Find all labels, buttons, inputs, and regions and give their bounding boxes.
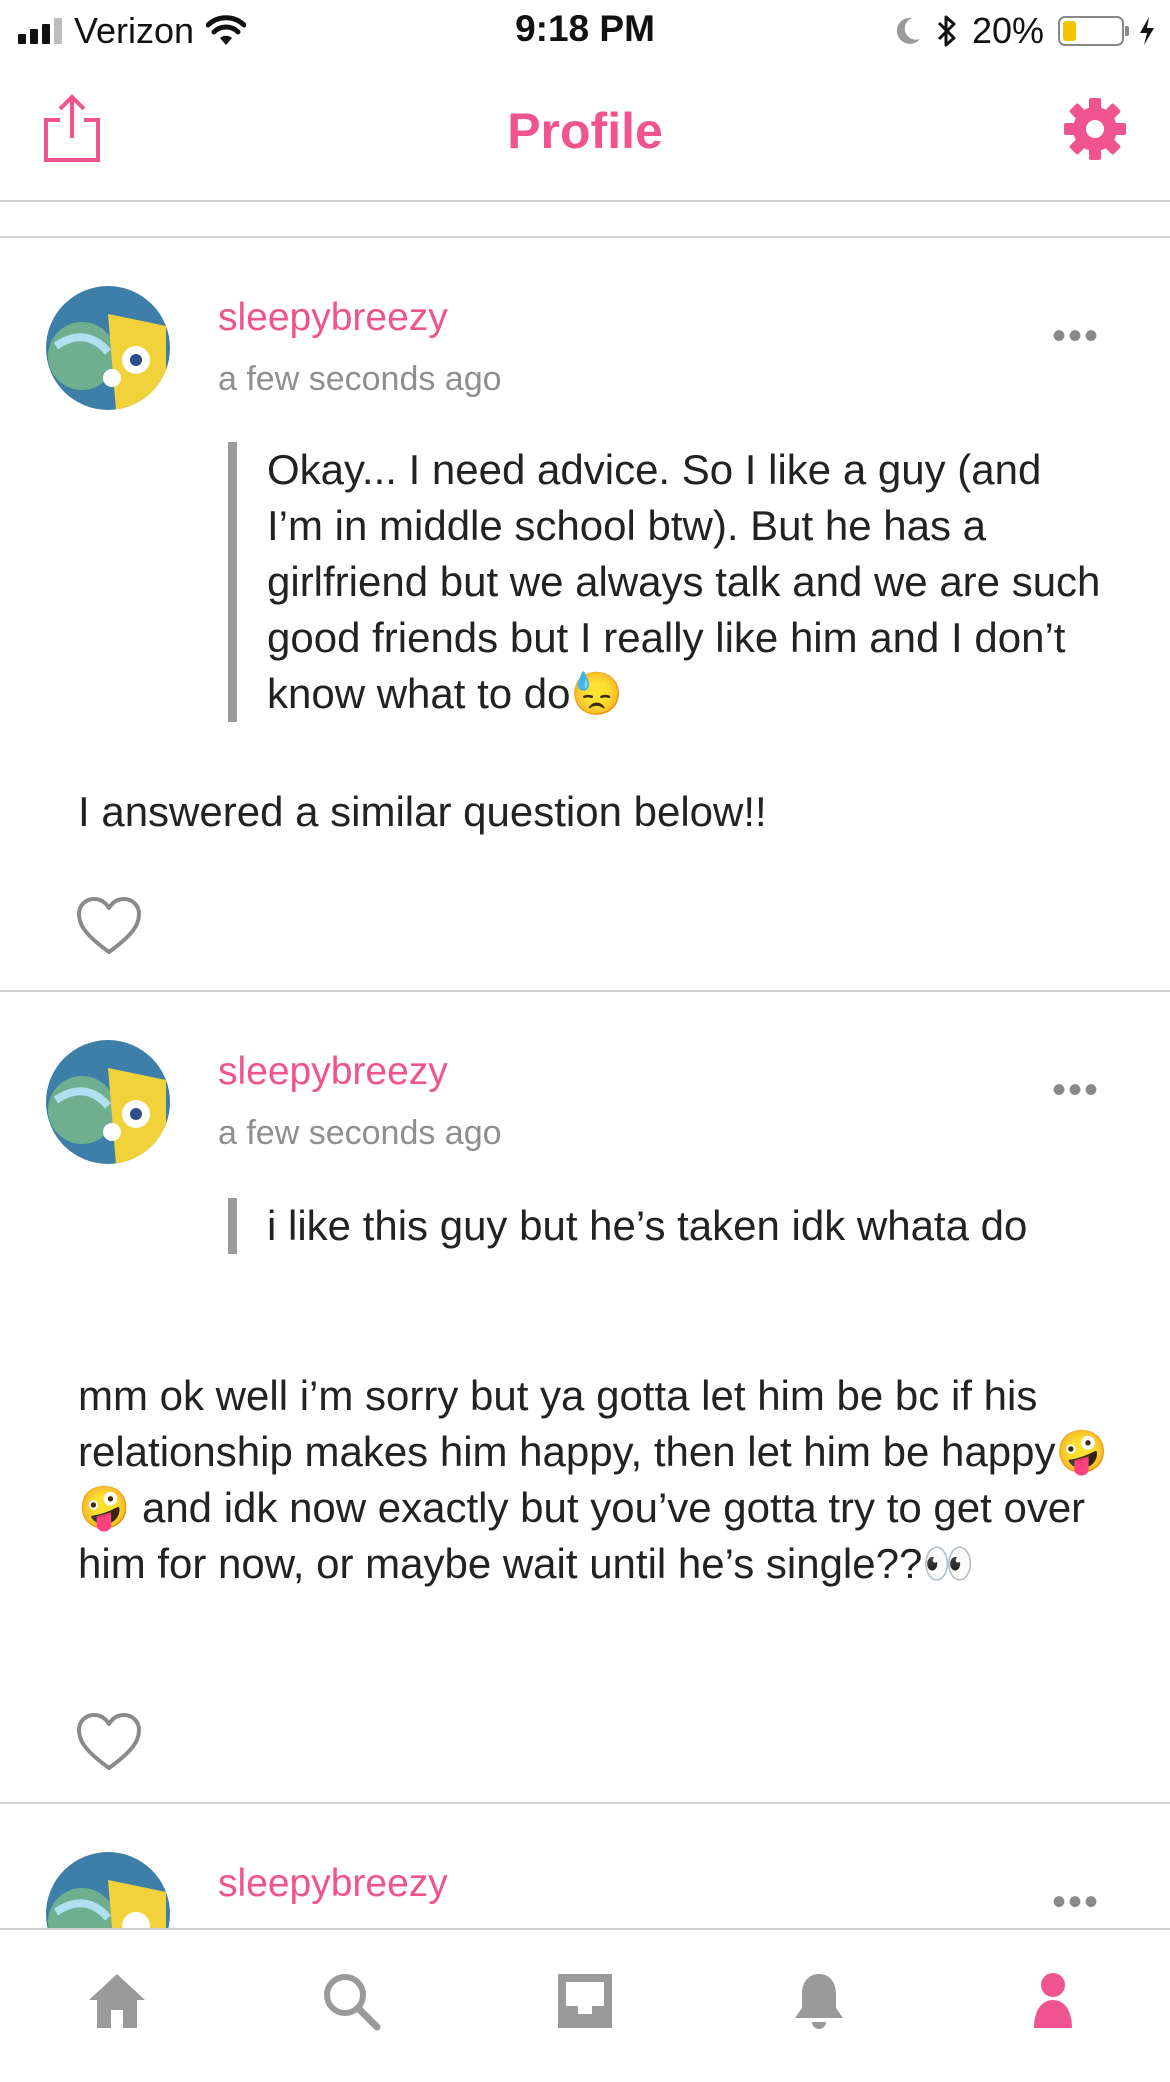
battery-percent: 20% xyxy=(971,10,1044,51)
profile-icon xyxy=(1034,1973,1072,2028)
post-timestamp: a few seconds ago xyxy=(218,1114,502,1152)
tab-notifications[interactable] xyxy=(786,1966,852,2036)
post-card: sleepybreezy a few seconds ago ••• i lik… xyxy=(0,992,1170,1800)
post-timestamp: a few seconds ago xyxy=(218,360,502,398)
bell-icon xyxy=(795,1974,843,2029)
status-bar: Verizon 9:18 PM 20% xyxy=(0,0,1170,62)
tab-inbox[interactable] xyxy=(552,1966,618,2036)
post-username[interactable]: sleepybreezy xyxy=(218,1050,448,1094)
avatar[interactable] xyxy=(46,1040,170,1164)
battery-icon xyxy=(1058,16,1129,46)
inbox-icon xyxy=(558,1974,612,2028)
post-username[interactable]: sleepybreezy xyxy=(218,1862,448,1906)
question-quote: Okay... I need advice. So I like a guy (… xyxy=(228,442,1108,722)
like-button[interactable] xyxy=(76,896,142,956)
charging-icon xyxy=(1140,17,1154,45)
avatar[interactable] xyxy=(46,1852,170,1928)
tab-search[interactable] xyxy=(318,1966,384,2036)
search-icon xyxy=(324,1974,381,2031)
question-text: i like this guy but he’s taken idk whata… xyxy=(267,1202,1028,1249)
more-options-button[interactable]: ••• xyxy=(1052,1068,1100,1113)
tab-home[interactable] xyxy=(84,1966,150,2036)
question-text: Okay... I need advice. So I like a guy (… xyxy=(267,446,1101,717)
more-options-button[interactable]: ••• xyxy=(1052,1880,1100,1925)
status-right: 20% xyxy=(894,8,1156,54)
question-quote: i like this guy but he’s taken idk whata… xyxy=(228,1198,1108,1254)
post-card: sleepybreezy a few seconds ago ••• Okay.… xyxy=(0,238,1170,988)
moon-icon xyxy=(896,17,920,44)
settings-button[interactable] xyxy=(1062,96,1128,162)
bluetooth-icon xyxy=(937,15,956,47)
tab-bar xyxy=(0,1928,1170,2082)
home-icon xyxy=(89,1974,145,2028)
page-title: Profile xyxy=(507,103,663,159)
post-card: sleepybreezy ••• xyxy=(0,1804,1170,1928)
avatar[interactable] xyxy=(46,286,170,410)
answer-text: mm ok well i’m sorry but ya gotta let hi… xyxy=(78,1372,1108,1587)
like-button[interactable] xyxy=(76,1712,142,1772)
gear-icon xyxy=(1064,98,1126,160)
tab-profile[interactable] xyxy=(1020,1966,1086,2036)
heart-icon xyxy=(77,1713,141,1770)
nav-header: Profile xyxy=(0,62,1170,200)
heart-icon xyxy=(77,897,141,954)
post-username[interactable]: sleepybreezy xyxy=(218,296,448,340)
answer-text: I answered a similar question below!! xyxy=(78,788,767,835)
header-divider xyxy=(0,200,1170,202)
more-options-button[interactable]: ••• xyxy=(1052,314,1100,359)
